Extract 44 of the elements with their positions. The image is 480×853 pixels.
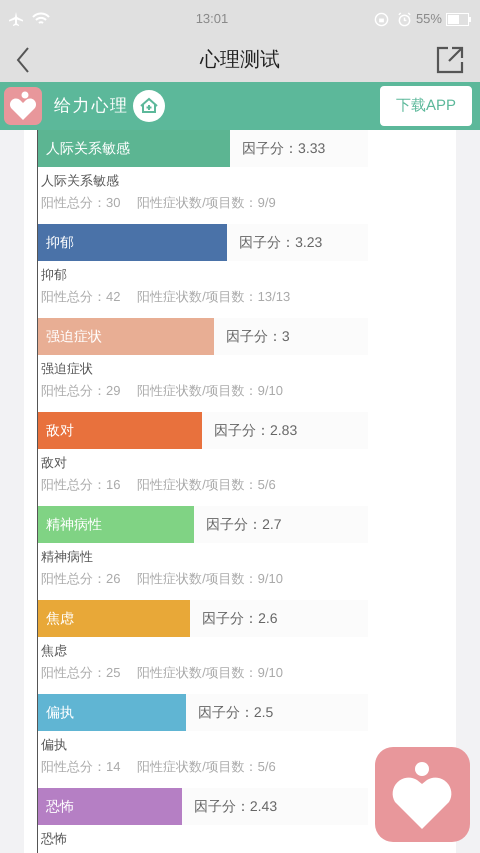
battery-percent: 55% xyxy=(416,10,442,28)
download-app-button[interactable]: 下载APP xyxy=(380,86,472,126)
app-logo-icon xyxy=(4,87,42,125)
home-icon xyxy=(132,90,165,122)
factor-stats: 阳性总分：30 阳性症状数/项目数：9/9 xyxy=(40,194,277,212)
status-time: 13:01 xyxy=(196,10,228,28)
factor-bar: 抑郁 xyxy=(38,224,228,261)
back-icon[interactable] xyxy=(16,47,30,73)
factor-bar: 偏执 xyxy=(38,694,186,731)
factor-bar: 精神病性 xyxy=(38,506,194,543)
factor-name: 偏执 xyxy=(40,736,68,754)
factor-score: 因子分：2.83 xyxy=(214,421,298,440)
factor-score: 因子分：2.7 xyxy=(206,515,282,534)
factor-score: 因子分：2.43 xyxy=(194,797,278,816)
battery-icon xyxy=(446,12,472,26)
factor-bar: 人际关系敏感 xyxy=(38,130,230,167)
wifi-icon xyxy=(32,12,50,26)
factor-score: 因子分：2.6 xyxy=(202,609,278,628)
factor-stats: 阳性总分：26 阳性症状数/项目数：9/10 xyxy=(40,570,284,588)
factor-name: 强迫症状 xyxy=(40,360,94,378)
factor-bar: 焦虑 xyxy=(38,600,190,637)
alarm-icon xyxy=(396,12,412,26)
factor-stats: 阳性总分：14 阳性症状数/项目数：5/6 xyxy=(40,758,277,776)
factor-score: 因子分：3.33 xyxy=(242,139,326,158)
factor-name: 精神病性 xyxy=(40,548,94,566)
factor-stats: 阳性总分：42 阳性症状数/项目数：13/13 xyxy=(40,288,292,306)
factor-score: 因子分：3 xyxy=(226,327,290,346)
factor-name: 人际关系敏感 xyxy=(40,172,120,190)
factor-name: 敌对 xyxy=(40,454,68,472)
share-icon[interactable] xyxy=(436,46,464,74)
factor-name: 焦虑 xyxy=(40,642,68,660)
factor-stats: 阳性总分：29 阳性症状数/项目数：9/10 xyxy=(40,382,284,400)
factor-stats: 阳性总分：16 阳性症状数/项目数：5/6 xyxy=(40,476,277,494)
factor-name: 抑郁 xyxy=(40,266,68,284)
brand-name: 给力心理 xyxy=(54,95,129,118)
factor-bar: 敌对 xyxy=(38,412,202,449)
factor-bar: 恐怖 xyxy=(38,788,182,825)
factor-score: 因子分：3.23 xyxy=(239,233,322,252)
airplane-icon xyxy=(8,11,24,27)
factor-stats: 阳性总分：25 阳性症状数/项目数：9/10 xyxy=(40,664,284,682)
factor-bar: 强迫症状 xyxy=(38,318,214,355)
factor-name: 恐怖 xyxy=(40,830,68,848)
page-title: 心理测试 xyxy=(200,48,280,73)
factor-score: 因子分：2.5 xyxy=(198,703,274,722)
